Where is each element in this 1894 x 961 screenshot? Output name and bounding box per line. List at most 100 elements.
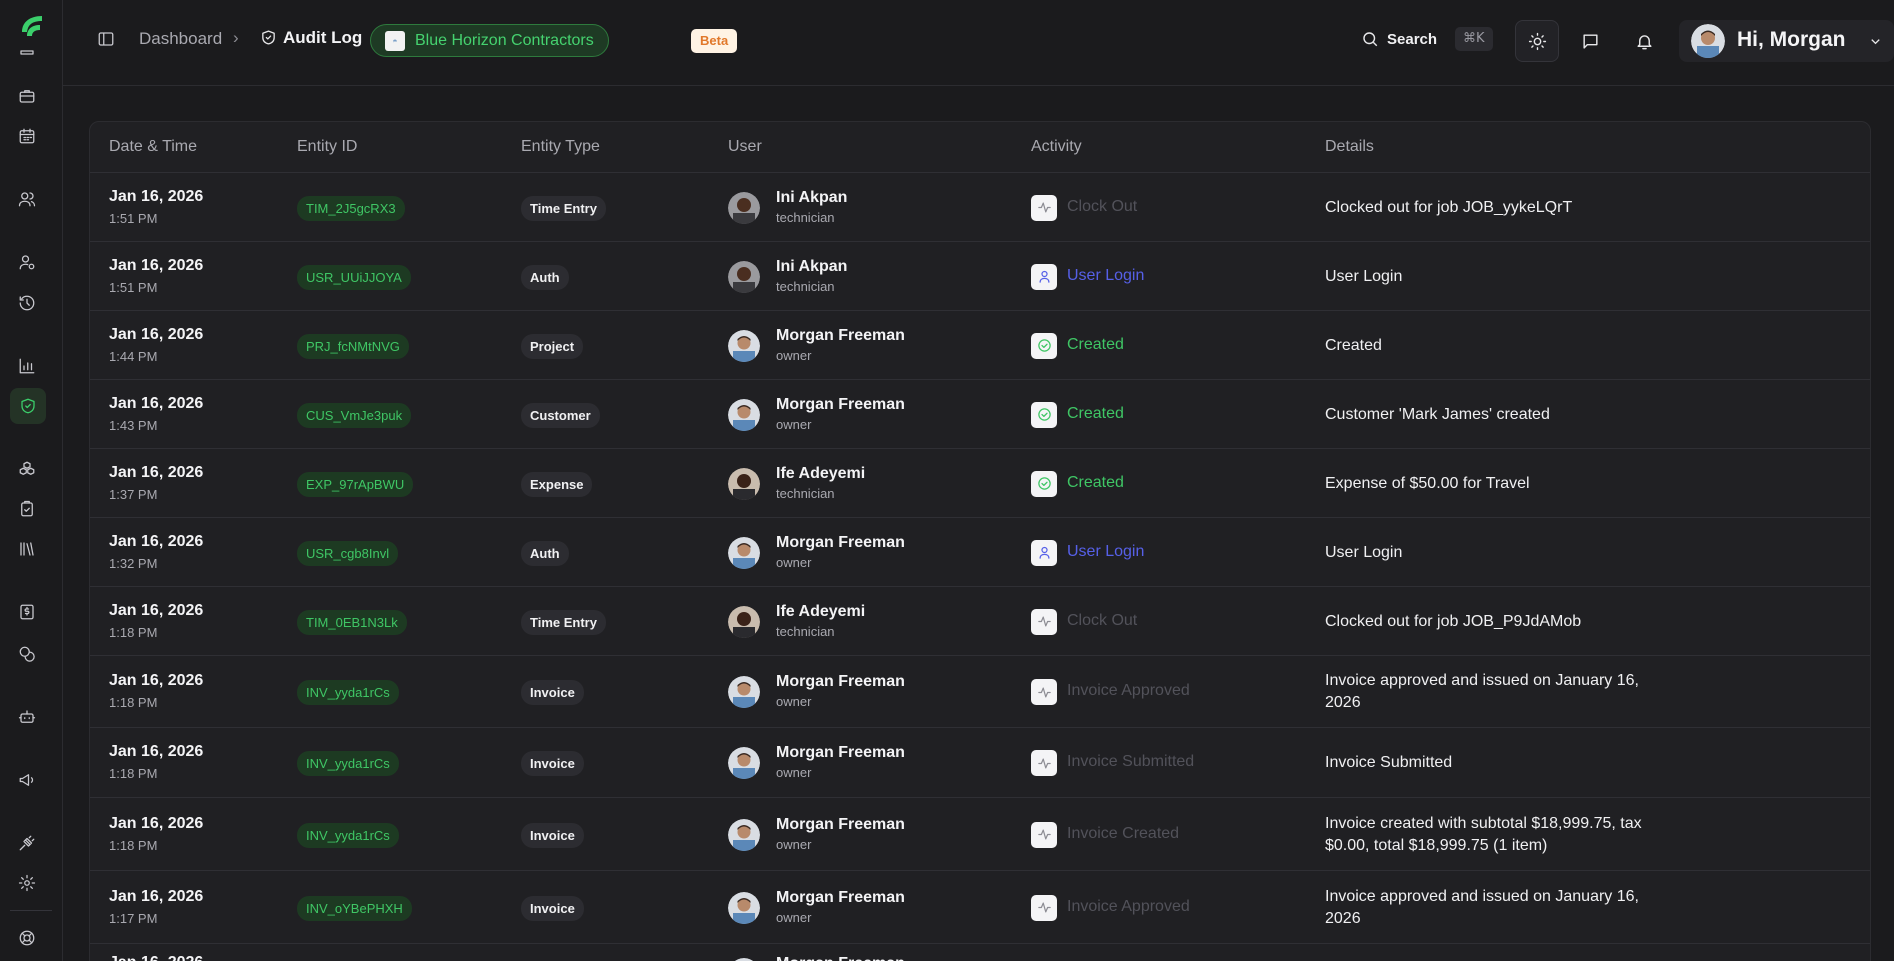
entity-type-badge: Auth [521,264,569,290]
entity-id-badge[interactable]: INV_oYBePHXH [297,895,412,921]
calendar-icon[interactable] [16,125,38,147]
users-icon[interactable] [16,188,38,210]
entity-type-cell: Project [521,333,584,359]
table-row[interactable]: Jan 16, 2026 1:17 PM INV_oYBePHXH Invoice Mo… [90,871,1870,944]
sidebar [0,0,63,961]
entity-type-badge: Time Entry [521,609,606,635]
user-cell: Morgan Freeman [776,955,905,961]
activity-created-icon [1031,401,1057,428]
activity-label: User Login [1067,542,1145,560]
activity-login-icon [1031,539,1057,566]
search-button[interactable]: Search ⌘K [1361,27,1493,51]
breadcrumb-dashboard[interactable]: Dashboard [139,29,222,49]
invoice-dollar-icon[interactable] [16,601,38,623]
bot-icon[interactable] [16,706,38,728]
sidebar-toggle-icon[interactable] [97,30,117,50]
activity-label: Invoice Approved [1067,682,1190,699]
messages-icon[interactable] [1579,30,1601,52]
entity-id-cell: INV_yyda1rCs [297,751,399,776]
entity-id-cell: TIM_0EB1N3Lk [297,609,407,635]
table-row[interactable]: Jan 16, 2026 1:32 PM USR_cgb8Invl Auth Morga… [90,518,1870,587]
row-date: Jan 16, 2026 [109,954,203,961]
user-cell: Ife Adeyemi technician [776,603,865,639]
entity-id-cell: INV_yyda1rCs [297,822,399,848]
bell-icon[interactable] [1633,30,1655,52]
table-row[interactable]: Jan 16, 2026 1:18 PM INV_yyda1rCs Invoice Mo… [90,798,1870,871]
entity-id-badge[interactable]: USR_cgb8Invl [297,540,399,566]
activity-label: Created [1067,404,1124,422]
table-row[interactable]: Jan 16, 2026 1:18 PM TIM_0EB1N3Lk Time Entr… [90,587,1870,656]
datetime-cell: Jan 16, 2026 1:51 PM [109,257,203,295]
column-header: Entity ID [297,138,358,155]
entity-id-badge[interactable]: PRJ_fcNMtNVG [297,333,409,359]
entity-id-badge[interactable]: USR_UUiJJOYA [297,264,411,290]
row-time: 1:51 PM [109,210,158,226]
help-icon[interactable] [16,927,38,949]
boxes-icon[interactable] [16,458,38,480]
activity-label: Clock Out [1067,197,1138,215]
user-name: Morgan Freeman [776,955,905,961]
column-header: Entity Type [521,138,600,155]
user-role: owner [776,765,812,780]
entity-id-badge[interactable]: INV_yyda1rCs [297,822,399,848]
table-row[interactable]: Jan 16, 2026 1:18 PM INV_yyda1rCs Invoice Mo… [90,656,1870,728]
history-icon[interactable] [16,292,38,314]
row-date: Jan 16, 2026 [109,743,204,760]
datetime-cell: Jan 16, 2026 1:18 PM [109,815,203,853]
user-cell: Morgan Freeman owner [776,816,905,852]
table-row[interactable]: Jan 16, 2026 1:51 PM TIM_2J5gcRX3 Time Entr… [90,173,1870,242]
entity-type-cell: Expense [521,471,593,497]
activity-label: Created [1067,335,1124,353]
entity-id-badge[interactable]: TIM_2J5gcRX3 [297,195,405,221]
entity-type-cell: Auth [521,540,569,566]
table-row[interactable]: Jan 16, 2026 1:44 PM PRJ_fcNMtNVG Project Mo… [90,311,1870,380]
table-row[interactable]: Jan 16, 2026 1:18 PM INV_yyda1rCs Invoice Mo… [90,728,1870,798]
user-name: Morgan Freeman [776,815,905,833]
activity-label: Invoice Approved [1067,897,1190,915]
coins-icon[interactable] [16,643,38,665]
user-name: Morgan Freeman [776,533,905,551]
details-cell: Clocked out for job JOB_P9JdAMob [1325,612,1582,630]
activity-label: Invoice Submitted [1067,753,1195,770]
row-time: 1:51 PM [109,279,158,295]
entity-id-badge[interactable]: EXP_97rApBWU [297,471,414,497]
gear-icon[interactable] [16,872,38,894]
entity-id-badge[interactable]: CUS_VmJe3puk [297,402,412,428]
search-shortcut: ⌘K [1455,27,1493,51]
user-cell: Morgan Freeman owner [776,327,905,363]
breadcrumb-separator: › [233,28,239,47]
entity-type-cell: Customer [521,402,600,428]
clipboard-check-icon[interactable] [16,498,38,520]
sidebar-divider [10,910,52,911]
table-row[interactable]: Jan 16, 2026 Morgan Freeman [90,944,1870,961]
sidebar-item-top-icon[interactable] [16,46,38,68]
entity-id-badge[interactable]: INV_yyda1rCs [297,751,399,776]
entity-type-badge: Invoice [521,895,584,921]
entity-id-cell: USR_UUiJJOYA [297,264,411,290]
user-name: Ife Adeyemi [776,602,866,620]
avatar [728,191,760,224]
table-row[interactable]: Jan 16, 2026 1:43 PM CUS_VmJe3puk Customer M… [90,380,1870,449]
theme-toggle-button[interactable] [1515,20,1559,62]
megaphone-icon[interactable] [16,769,38,791]
entity-type-badge: Expense [521,471,593,497]
user-menu[interactable]: Hi, Morgan [1679,20,1894,62]
datetime-cell: Jan 16, 2026 1:51 PM [109,188,203,226]
user-settings-icon[interactable] [16,251,38,273]
table-row[interactable]: Jan 16, 2026 1:37 PM EXP_97rApBWU Expense If… [90,449,1870,518]
table-row[interactable]: Jan 16, 2026 1:51 PM USR_UUiJJOYA Auth Ini A… [90,242,1870,311]
row-time: 1:44 PM [109,348,158,364]
entity-id-badge[interactable]: TIM_0EB1N3Lk [297,609,407,635]
datetime-cell: Jan 16, 2026 1:18 PM [109,743,203,781]
user-role: owner [776,909,812,925]
app-logo[interactable] [18,12,46,40]
briefcase-icon[interactable] [16,85,38,107]
library-icon[interactable] [16,538,38,560]
chart-icon[interactable] [16,355,38,377]
company-selector[interactable]: ◓ Blue Horizon Contractors [370,24,609,57]
row-date: Jan 16, 2026 [109,256,204,274]
shield-check-icon[interactable] [10,388,46,424]
entity-id-badge[interactable]: INV_yyda1rCs [297,680,399,705]
plug-icon[interactable] [16,832,38,854]
avatar [728,536,760,569]
